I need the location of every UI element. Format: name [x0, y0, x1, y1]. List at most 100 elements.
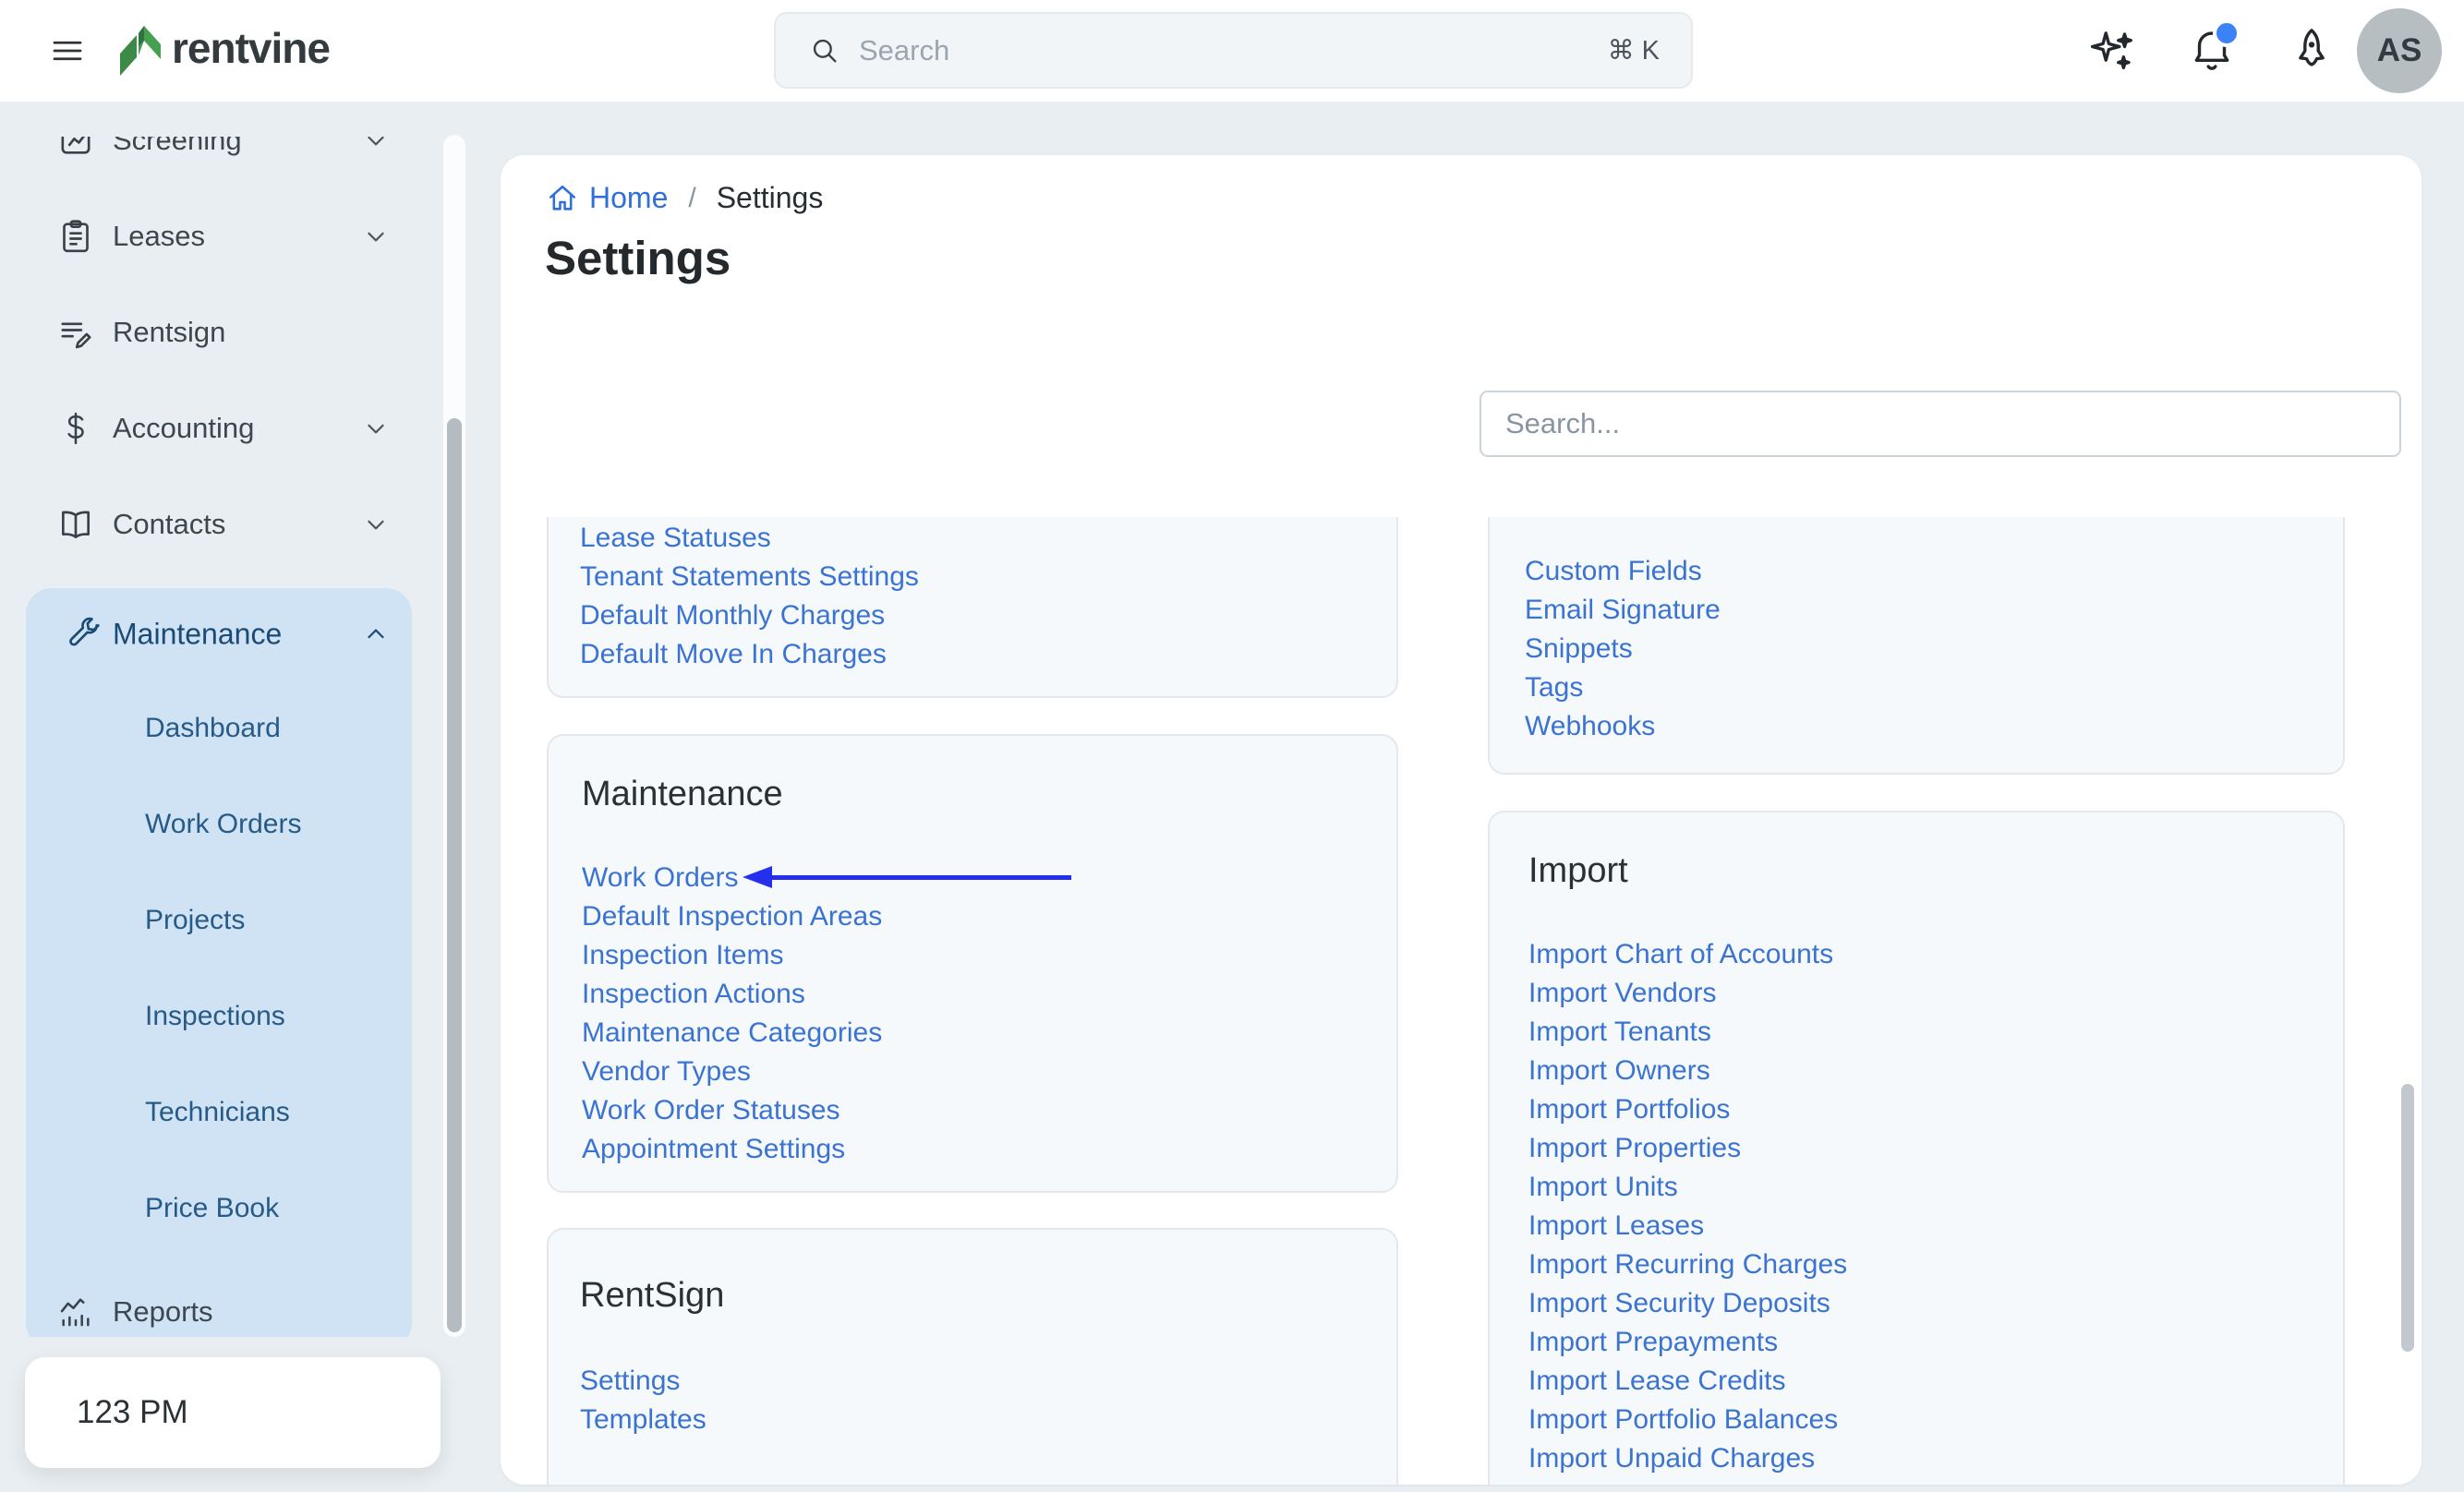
- sidebar-item-leases[interactable]: Leases: [0, 188, 443, 284]
- settings-link[interactable]: Snippets: [1525, 630, 2343, 668]
- settings-link[interactable]: Tenant Statements Settings: [580, 558, 1396, 596]
- arrow-head: [743, 866, 772, 888]
- avatar-initials: AS: [2377, 32, 2422, 69]
- settings-link[interactable]: Import Tenants: [1528, 1013, 2343, 1052]
- page-scrollbar-thumb[interactable]: [2401, 1084, 2414, 1352]
- search-icon: [809, 35, 840, 66]
- sidebar: Screening Leases Rentsign Accounting: [0, 137, 467, 1337]
- sidebar-subitem[interactable]: Price Book: [26, 1161, 412, 1257]
- sidebar-item-rentsign[interactable]: Rentsign: [0, 284, 443, 380]
- card-links: Import Chart of AccountsImport VendorsIm…: [1528, 935, 2343, 1478]
- breadcrumb-current: Settings: [717, 181, 824, 215]
- settings-link[interactable]: Tags: [1525, 668, 2343, 707]
- card-links: SettingsTemplates: [580, 1362, 1396, 1439]
- settings-link[interactable]: Import Security Deposits: [1528, 1284, 2343, 1323]
- settings-link[interactable]: Inspection Items: [582, 936, 1396, 975]
- card-leases-partial: Lease StatusesTenant Statements Settings…: [547, 517, 1398, 698]
- card-import: Import Import Chart of AccountsImport Ve…: [1488, 811, 2345, 1485]
- breadcrumb-home-link[interactable]: Home: [589, 181, 668, 215]
- sidebar-item-reports[interactable]: Reports: [0, 1264, 443, 1337]
- card-rentsign: RentSign SettingsTemplates: [547, 1228, 1398, 1485]
- clock-text: 123 PM: [77, 1394, 188, 1431]
- settings-link[interactable]: Import Portfolios: [1528, 1090, 2343, 1129]
- settings-link[interactable]: Import Lease Credits: [1528, 1362, 2343, 1401]
- settings-link[interactable]: Inspection Actions: [582, 975, 1396, 1014]
- breadcrumb: Home / Settings: [547, 181, 823, 215]
- sidebar-subitem[interactable]: Technicians: [26, 1065, 412, 1161]
- hamburger-menu-icon[interactable]: [48, 31, 87, 70]
- sidebar-item-accounting[interactable]: Accounting: [0, 380, 443, 476]
- card-title: Maintenance: [582, 775, 1396, 814]
- settings-link[interactable]: Default Inspection Areas: [582, 897, 1396, 936]
- accounting-dollar-icon: [57, 410, 94, 447]
- global-search[interactable]: Search ⌘ K: [774, 12, 1693, 89]
- settings-link[interactable]: Import Prepayments: [1528, 1323, 2343, 1362]
- sidebar-subitem[interactable]: Projects: [26, 872, 412, 969]
- settings-link[interactable]: Import Portfolio Balances: [1528, 1401, 2343, 1439]
- settings-search-input[interactable]: [1480, 391, 2401, 457]
- rentvine-logo[interactable]: rentvine: [116, 20, 330, 76]
- settings-link[interactable]: Lease Statuses: [580, 519, 1396, 558]
- chevron-up-icon: [362, 620, 390, 648]
- sidebar-item-maintenance[interactable]: Maintenance: [26, 588, 412, 680]
- reports-chart-icon: [57, 1293, 94, 1330]
- card-title: Import: [1528, 851, 2343, 891]
- settings-link[interactable]: Import Owners: [1528, 1052, 2343, 1090]
- settings-link[interactable]: Vendor Types: [582, 1053, 1396, 1091]
- sidebar-item-label: Contacts: [113, 508, 225, 541]
- sidebar-item-label: Reports: [113, 1295, 213, 1329]
- page-title: Settings: [545, 231, 731, 285]
- settings-link[interactable]: Maintenance Categories: [582, 1014, 1396, 1053]
- updates-rocket-icon[interactable]: [2287, 25, 2337, 75]
- main-panel: Home / Settings Settings Lease StatusesT…: [501, 155, 2422, 1485]
- settings-link[interactable]: Custom Fields: [1525, 552, 2343, 591]
- settings-link[interactable]: Import Chart of Accounts: [1528, 935, 2343, 974]
- settings-link[interactable]: Email Signature: [1525, 591, 2343, 630]
- rentsign-signature-icon: [57, 314, 94, 351]
- avatar[interactable]: AS: [2357, 8, 2442, 93]
- breadcrumb-separator: /: [688, 183, 695, 214]
- card-general-partial: Custom FieldsEmail SignatureSnippetsTags…: [1488, 517, 2345, 775]
- settings-link[interactable]: Import Units: [1528, 1168, 2343, 1207]
- settings-cards-scroll-area: Lease StatusesTenant Statements Settings…: [501, 517, 2422, 1485]
- rentvine-leaf-icon: [116, 20, 164, 76]
- sidebar-item-screening[interactable]: Screening: [0, 137, 443, 188]
- sidebar-item-label: Maintenance: [113, 618, 282, 652]
- sidebar-item-label: Screening: [113, 137, 242, 157]
- sidebar-scrollbar-thumb[interactable]: [447, 418, 462, 1332]
- settings-link[interactable]: Import Recurring Charges: [1528, 1245, 2343, 1284]
- settings-link[interactable]: Webhooks: [1525, 707, 2343, 746]
- search-shortcut: ⌘ K: [1608, 34, 1660, 66]
- settings-link[interactable]: Default Move In Charges: [580, 635, 1396, 674]
- notifications-bell-icon[interactable]: [2187, 25, 2237, 75]
- contacts-book-icon: [57, 506, 94, 543]
- settings-link[interactable]: Import Unpaid Charges: [1528, 1439, 2343, 1478]
- settings-link[interactable]: Import Vendors: [1528, 974, 2343, 1013]
- arrow-shaft: [772, 875, 1071, 880]
- sidebar-item-label: Leases: [113, 220, 205, 253]
- sidebar-maintenance-section: Maintenance DashboardWork OrdersProjects…: [26, 588, 412, 1337]
- settings-link[interactable]: Import Properties: [1528, 1129, 2343, 1168]
- sidebar-maintenance-subitems: DashboardWork OrdersProjectsInspectionsT…: [26, 680, 412, 1257]
- settings-link[interactable]: Work Order Statuses: [582, 1091, 1396, 1130]
- sidebar-subitem[interactable]: Dashboard: [26, 680, 412, 776]
- settings-link[interactable]: Settings: [580, 1362, 1396, 1401]
- sidebar-item-label: Accounting: [113, 412, 254, 445]
- screening-icon: [57, 137, 94, 159]
- chevron-down-icon: [362, 137, 390, 154]
- sidebar-subitem[interactable]: Work Orders: [26, 776, 412, 872]
- settings-link[interactable]: Default Monthly Charges: [580, 596, 1396, 635]
- settings-link[interactable]: Import Leases: [1528, 1207, 2343, 1245]
- sidebar-item-contacts[interactable]: Contacts: [0, 476, 443, 572]
- sidebar-subitem[interactable]: Inspections: [26, 969, 412, 1065]
- card-links: Lease StatusesTenant Statements Settings…: [580, 519, 1396, 674]
- card-maintenance: Maintenance Work OrdersDefault Inspectio…: [547, 734, 1398, 1193]
- settings-link[interactable]: Appointment Settings: [582, 1130, 1396, 1169]
- brand-name: rentvine: [172, 23, 330, 73]
- settings-link[interactable]: Templates: [580, 1401, 1396, 1439]
- global-search-placeholder: Search: [859, 34, 1608, 67]
- leases-clipboard-icon: [57, 218, 94, 255]
- sidebar-scrollbar-track[interactable]: [443, 135, 465, 1337]
- ai-sparkles-icon[interactable]: [2087, 26, 2137, 76]
- annotation-arrow-work-orders: [743, 866, 1071, 888]
